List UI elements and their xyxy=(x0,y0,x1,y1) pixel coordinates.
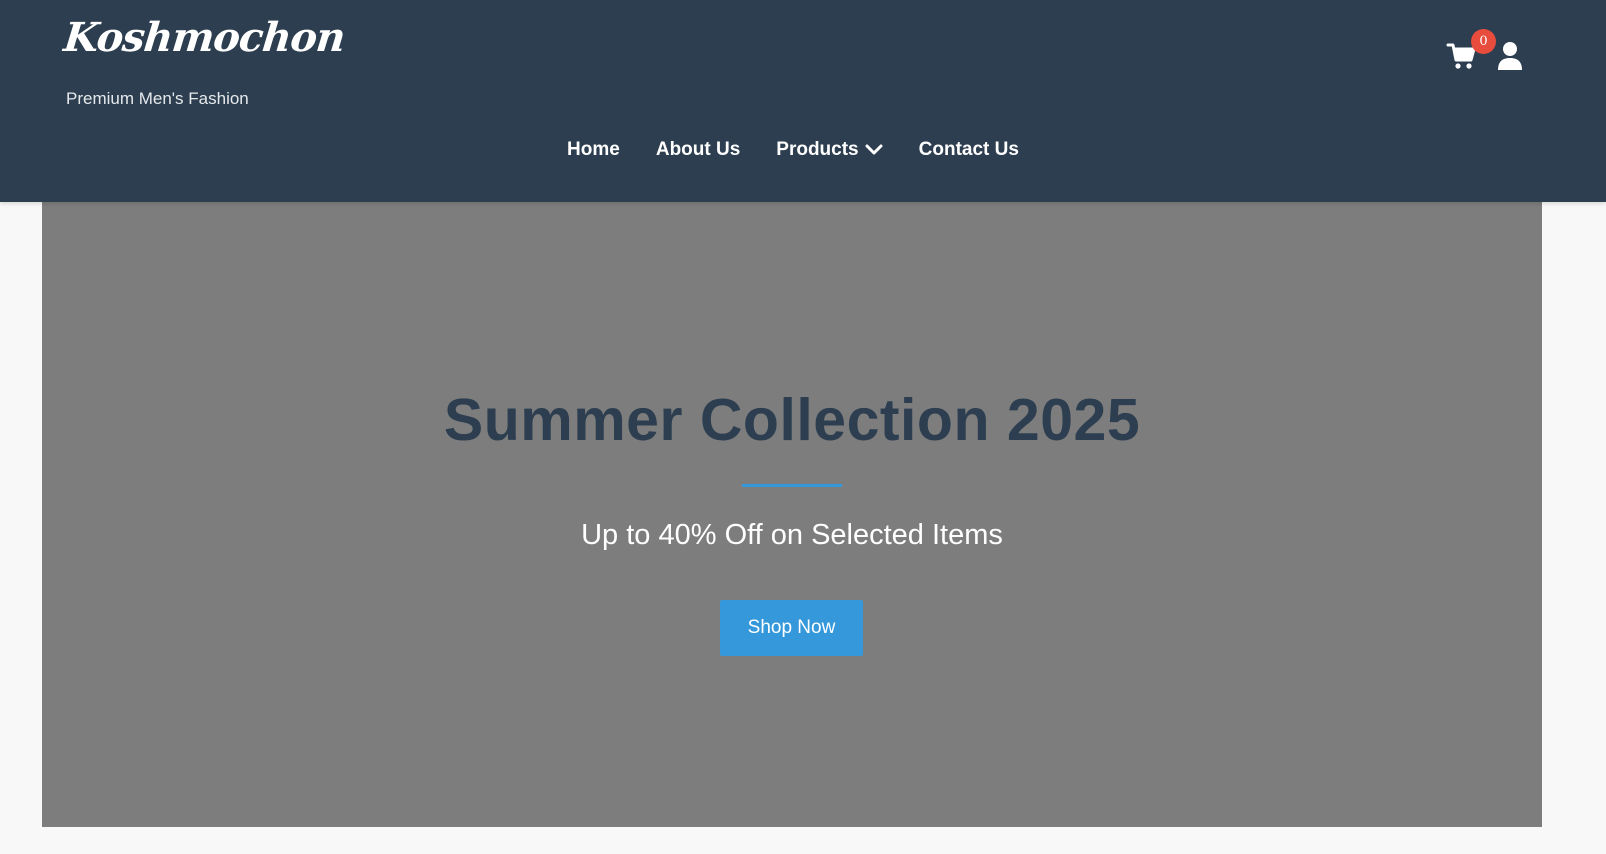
site-header: Koshmochon Premium Men's Fashion Home Ab… xyxy=(0,0,1606,202)
cart-count-badge: 0 xyxy=(1471,29,1496,54)
nav-link-products-label: Products xyxy=(776,139,859,160)
brand-tagline: Premium Men's Fashion xyxy=(66,89,249,108)
shop-now-button[interactable]: Shop Now xyxy=(720,600,863,656)
nav-link-home[interactable]: Home xyxy=(549,136,638,164)
nav-link-about-us[interactable]: About Us xyxy=(638,136,758,164)
brand-logo[interactable]: Koshmochon xyxy=(62,14,347,61)
nav-link-products[interactable]: Products xyxy=(758,136,900,164)
chevron-down-icon[interactable] xyxy=(865,144,883,156)
hero-divider xyxy=(742,484,842,487)
nav-links: Home About Us Products Contact Us xyxy=(549,136,1037,164)
main-nav: Home About Us Products Contact Us xyxy=(0,136,1606,164)
nav-link-about-us-label: About Us xyxy=(655,139,741,160)
hero-title: Summer Collection 2025 xyxy=(443,387,1141,453)
header-icons: 0 xyxy=(1446,29,1524,72)
nav-link-contact-us-label: Contact Us xyxy=(918,139,1019,160)
account-button[interactable] xyxy=(1496,41,1524,71)
hero-subtitle: Up to 40% Off on Selected Items xyxy=(581,519,1003,551)
user-icon xyxy=(1498,42,1522,70)
hero-banner: Summer Collection 2025 Up to 40% Off on … xyxy=(42,202,1542,827)
cart-button[interactable]: 0 xyxy=(1446,29,1496,72)
nav-link-home-label: Home xyxy=(567,139,620,160)
nav-link-contact-us[interactable]: Contact Us xyxy=(901,136,1037,164)
